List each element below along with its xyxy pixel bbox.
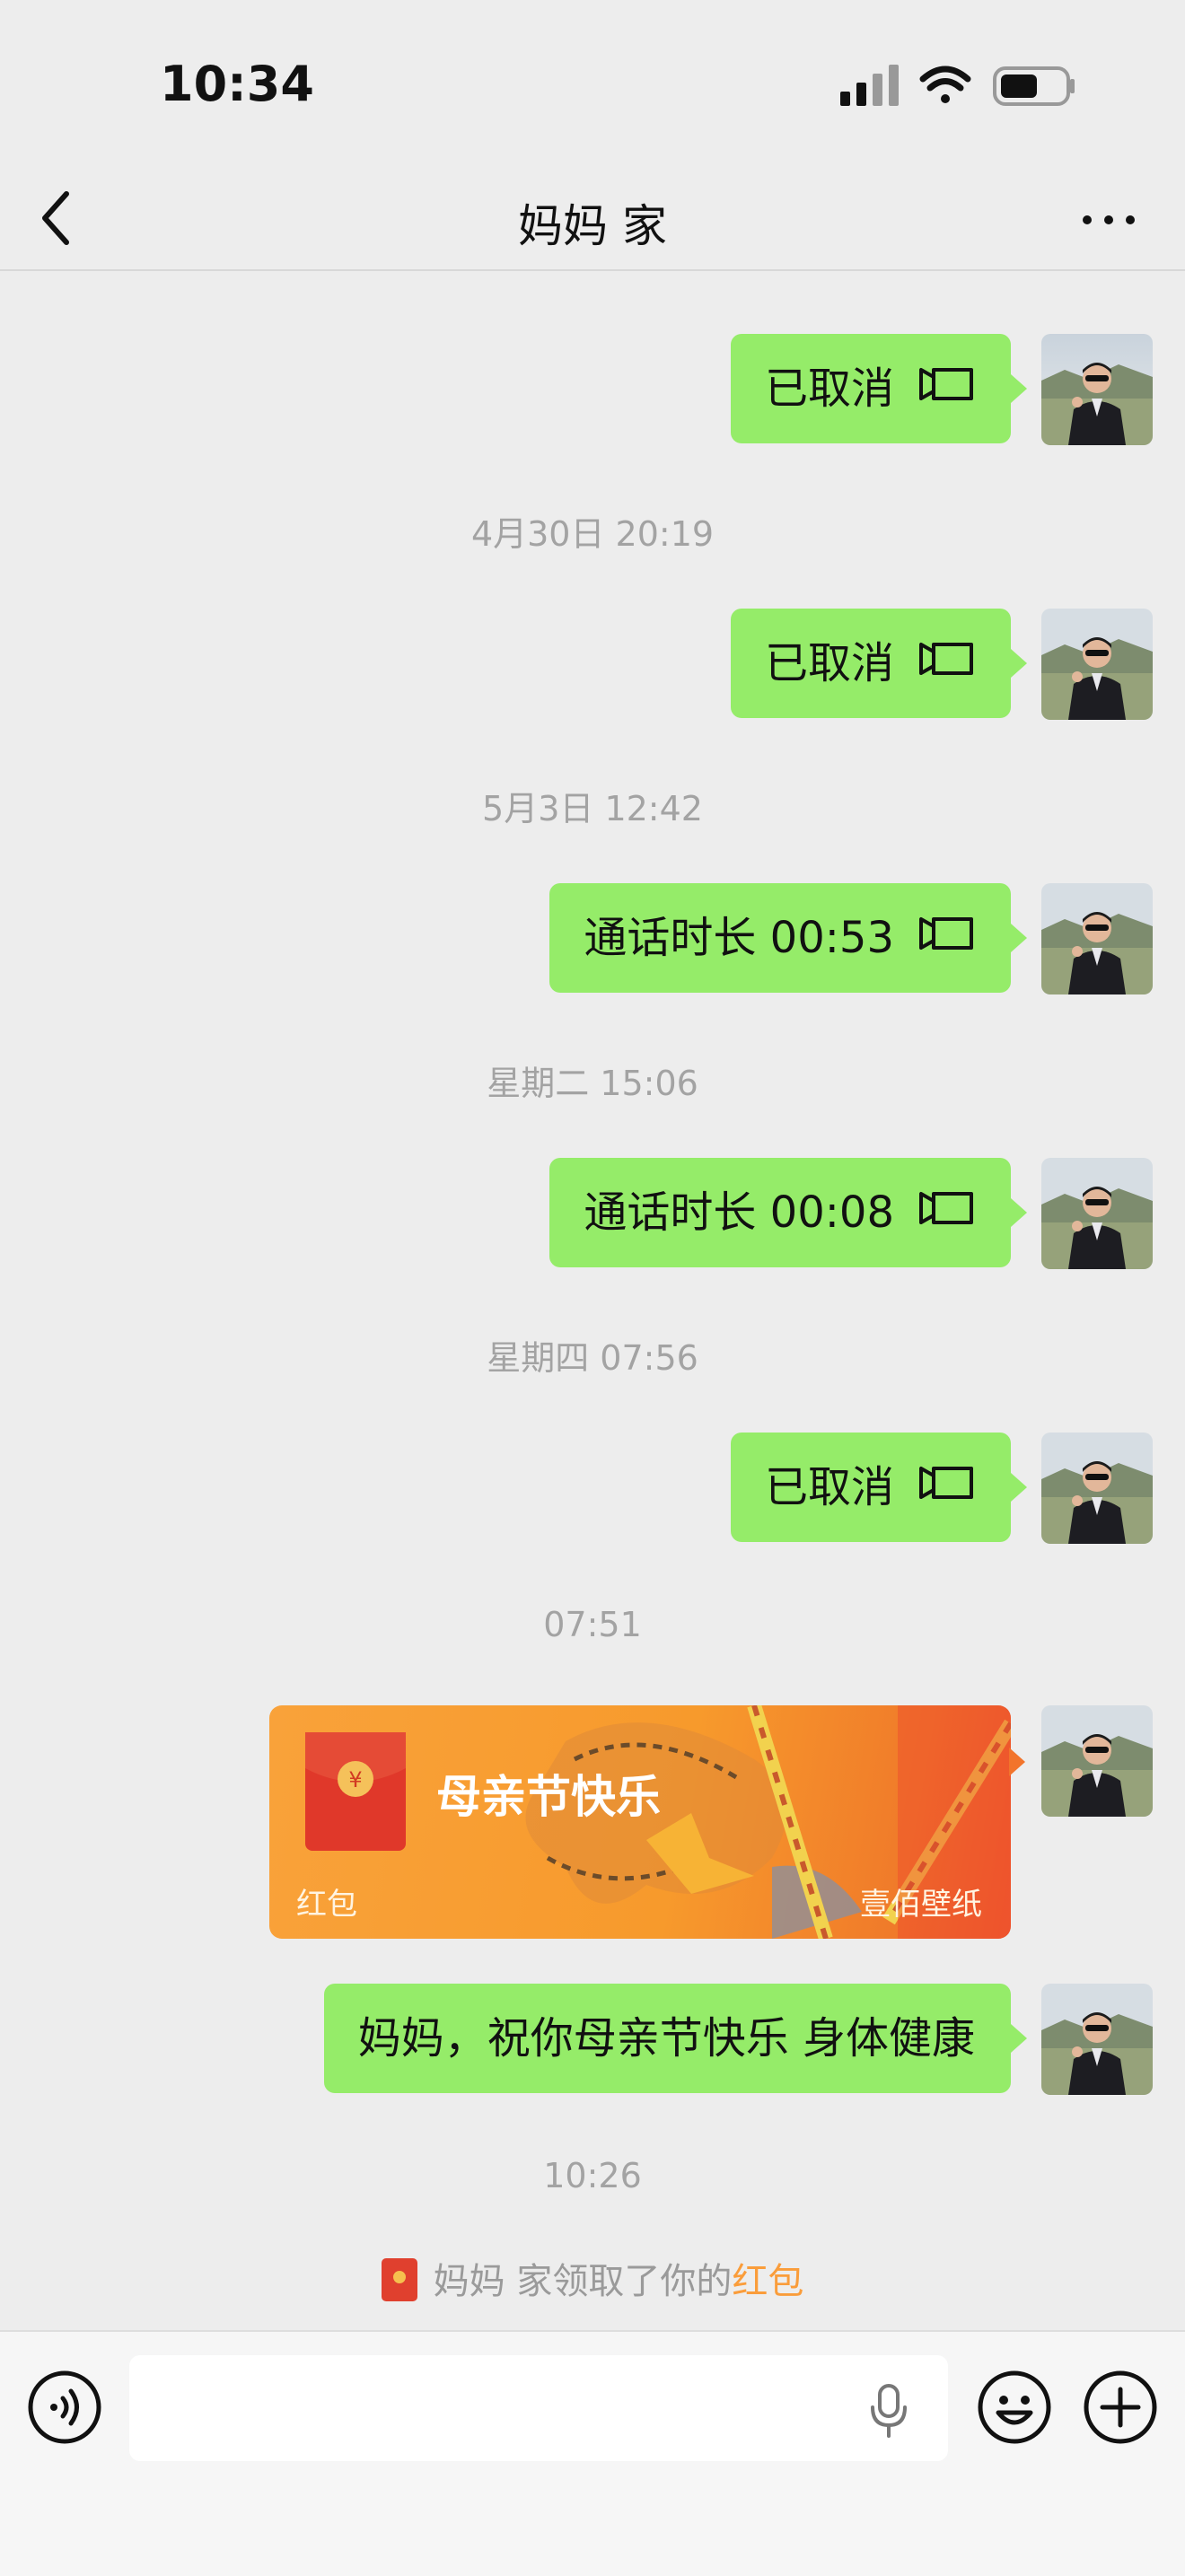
call-duration-text: 通话时长 00:08 [584, 1187, 894, 1238]
red-packet-title: 母亲节快乐 [436, 1771, 661, 1823]
more-options-icon[interactable] [1077, 197, 1140, 242]
timestamp: 星期二 15:06 [487, 1064, 698, 1103]
red-packet-label: 红包 [296, 1887, 357, 1923]
message-input[interactable] [129, 2355, 948, 2461]
call-duration-text: 通话时长 00:53 [584, 913, 894, 963]
nav-bar: 妈妈 家 [0, 171, 1185, 271]
microphone-icon[interactable] [867, 2382, 910, 2440]
avatar[interactable] [1041, 883, 1153, 994]
timestamp: 5月3日 12:42 [482, 789, 703, 828]
video-call-icon [917, 608, 975, 717]
message-bubble[interactable]: 妈妈，祝你母亲节快乐 身体健康 [323, 1984, 1028, 2093]
video-call-icon [917, 1157, 975, 1266]
battery-icon [993, 66, 1075, 106]
video-call-icon [917, 882, 975, 992]
chat-area[interactable]: 已取消 4月30日 20:19 已取消 5月3日 12:42 通话时长 00:5… [0, 271, 1185, 2330]
status-bar: 10:34 [0, 0, 1185, 171]
avatar[interactable] [1041, 609, 1153, 720]
red-envelope-icon: ¥ [305, 1732, 406, 1851]
timestamp-partial [0, 271, 1185, 273]
svg-text:¥: ¥ [348, 1767, 362, 1792]
input-bar [0, 2330, 1185, 2576]
message-bubble[interactable]: 已取消 [730, 1432, 1028, 1542]
timestamp: 10:26 [543, 2156, 642, 2195]
red-packet-link[interactable]: 红包 [732, 2261, 803, 2302]
video-call-icon [917, 1432, 975, 1541]
message-text: 妈妈，祝你母亲节快乐 身体健康 [357, 2013, 975, 2063]
message-bubble[interactable]: 已取消 [730, 333, 1028, 443]
timestamp: 07:51 [543, 1605, 642, 1644]
call-status-text: 已取消 [764, 638, 894, 688]
message-bubble[interactable]: 通话时长 00:08 [549, 1157, 1027, 1267]
plus-icon[interactable] [1083, 2370, 1158, 2445]
status-icons [835, 61, 1077, 118]
timestamp: 4月30日 20:19 [470, 514, 715, 554]
call-status-text: 已取消 [764, 1462, 894, 1512]
signal-icon [840, 65, 899, 106]
watermark-text: 壹佰壁纸 [860, 1887, 982, 1923]
voice-input-icon[interactable] [27, 2370, 102, 2445]
red-packet-received-notice: 妈妈 家领取了你的红包 [0, 2252, 1185, 2305]
red-packet-icon [381, 2258, 417, 2301]
avatar[interactable] [1041, 1158, 1153, 1269]
avatar[interactable] [1041, 1705, 1153, 1817]
emoji-icon[interactable] [977, 2370, 1052, 2445]
red-packet-card[interactable]: ¥ 母亲节快乐 红包 壹佰壁纸 [269, 1705, 1011, 1939]
timestamp: 星期四 07:56 [487, 1338, 698, 1378]
video-call-icon [917, 333, 975, 442]
red-packet-tail [1009, 1748, 1025, 1776]
chat-title: 妈妈 家 [518, 200, 667, 252]
message-bubble[interactable]: 通话时长 00:53 [549, 882, 1027, 993]
wifi-icon [919, 66, 971, 103]
message-bubble[interactable]: 已取消 [730, 608, 1028, 718]
notice-text: 妈妈 家领取了你的 [433, 2261, 733, 2302]
status-time: 10:34 [160, 56, 314, 112]
avatar[interactable] [1041, 1984, 1153, 2095]
avatar[interactable] [1041, 1433, 1153, 1544]
avatar[interactable] [1041, 334, 1153, 445]
call-status-text: 已取消 [764, 364, 894, 414]
